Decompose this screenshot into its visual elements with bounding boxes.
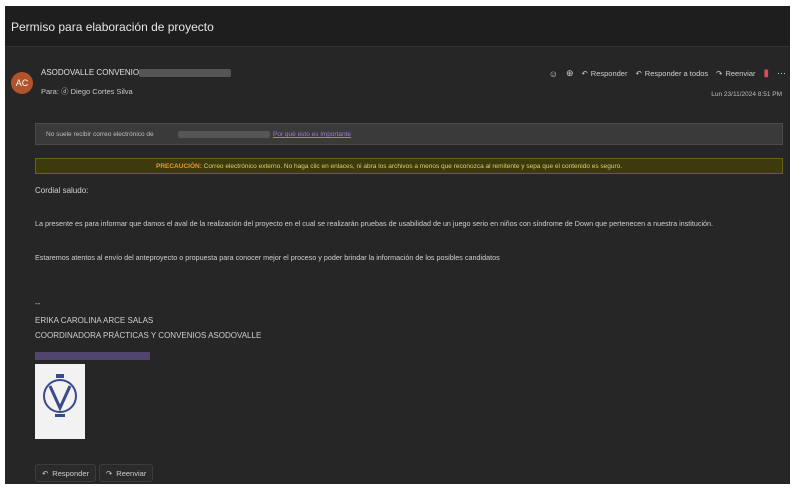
sender-name[interactable]: ASODOVALLE CONVENIOS — [41, 68, 144, 77]
emoji-icon[interactable]: ☺ — [549, 69, 558, 79]
email-subject: Permiso para elaboración de proyecto — [11, 20, 214, 34]
sender-avatar[interactable]: AC — [11, 72, 33, 94]
subject-bar: Permiso para elaboración de proyecto — [5, 6, 790, 47]
email-window: Permiso para elaboración de proyecto AC … — [5, 6, 790, 484]
info-link[interactable]: Por qué esto es importante — [273, 131, 351, 138]
redacted-email — [178, 131, 270, 138]
footer-reply-button[interactable]: ↶ Responder — [35, 464, 96, 482]
reply-label: Responder — [590, 69, 628, 78]
info-bar: No suele recibir correo electrónico de P… — [35, 123, 783, 145]
forward-icon: ↷ — [106, 468, 113, 478]
reply-icon: ↶ — [581, 69, 588, 78]
info-text: No suele recibir correo electrónico de — [46, 131, 154, 138]
signature-link[interactable] — [35, 352, 150, 360]
warning-prefix: PRECAUCIÓN: — [156, 163, 202, 170]
translate-icon[interactable]: ⊕ — [566, 68, 574, 79]
external-warning-banner: PRECAUCIÓN: Correo electrónico externo. … — [35, 158, 783, 174]
email-date: Lun 23/11/2024 8:51 PM — [711, 91, 782, 98]
logo-graphic — [43, 374, 77, 417]
greeting: Cordial saludo: — [35, 186, 89, 195]
reply-all-label: Responder a todos — [644, 69, 709, 78]
reply-button[interactable]: ↶ Responder — [581, 69, 627, 78]
paragraph-2: Estaremos atentos al envío del anteproye… — [35, 253, 500, 262]
footer-forward-button[interactable]: ↷ Reenviar — [99, 464, 154, 482]
delete-icon[interactable]: ▮ — [763, 68, 769, 79]
signature-separator: -- — [35, 299, 41, 308]
redacted-sender-email — [139, 69, 231, 77]
forward-label: Reenviar — [725, 69, 756, 78]
signature-name: ERIKA CAROLINA ARCE SALAS — [35, 316, 154, 325]
footer-reply-label: Responder — [52, 468, 89, 478]
reply-all-button[interactable]: ↶ Responder a todos — [635, 69, 708, 78]
forward-icon: ↷ — [716, 69, 723, 78]
warning-text: Correo electrónico externo. No haga clic… — [201, 163, 623, 170]
paragraph-1: La presente es para informar que damos e… — [35, 219, 714, 228]
signature-title: COORDINADORA PRÁCTICAS Y CONVENIOS ASODO… — [35, 331, 262, 340]
recipient-line: Para: ⓓ Diego Cortes Silva — [41, 87, 133, 96]
reply-icon: ↶ — [42, 468, 49, 478]
organization-logo — [35, 364, 85, 439]
forward-button[interactable]: ↷ Reenviar — [716, 69, 755, 78]
message-actions: ☺ ⊕ ↶ Responder ↶ Responder a todos ↷ Re… — [549, 68, 786, 79]
footer-forward-label: Reenviar — [116, 468, 147, 478]
more-options-icon[interactable]: ⋯ — [777, 68, 786, 79]
reply-all-icon: ↶ — [635, 69, 642, 78]
